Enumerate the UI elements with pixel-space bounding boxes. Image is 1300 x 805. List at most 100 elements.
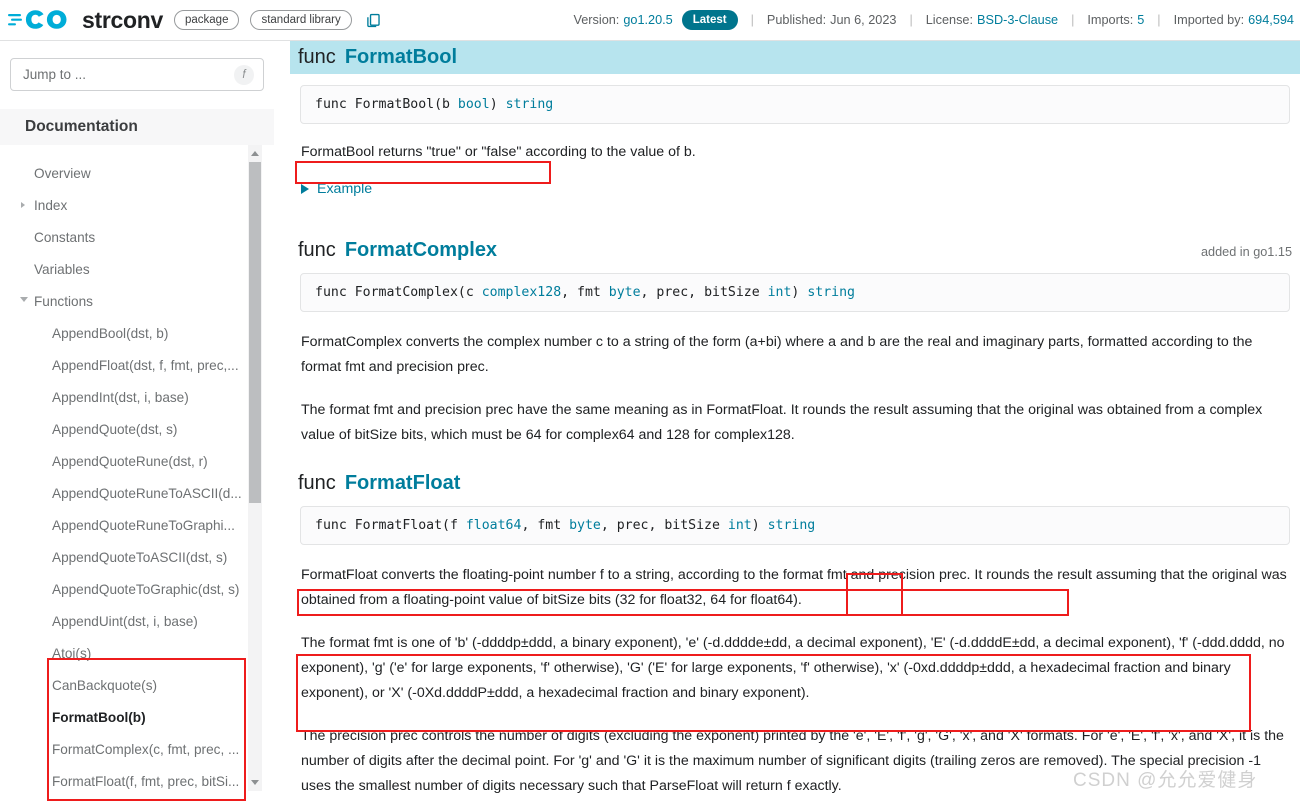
added-in-version: added in go1.15 bbox=[1200, 245, 1292, 259]
sidebar-section-label: Documentation bbox=[25, 118, 138, 135]
version-label: Version: bbox=[573, 13, 620, 27]
copy-path-icon[interactable] bbox=[365, 12, 382, 29]
meta-imports: Imports: 5 bbox=[1087, 13, 1144, 27]
sidebar-item-appendquoterunetographi[interactable]: AppendQuoteRuneToGraphi... bbox=[0, 509, 274, 541]
triangle-right-icon bbox=[301, 184, 309, 194]
shortcut-key-badge: f bbox=[234, 64, 254, 85]
license-value[interactable]: BSD-3-Clause bbox=[977, 13, 1058, 27]
sig-text-4: ) bbox=[751, 518, 768, 533]
example-label: Example bbox=[317, 181, 373, 197]
sidebar-item-label: CanBackquote(s) bbox=[52, 677, 158, 693]
sidebar-item-formatbool-b[interactable]: FormatBool(b) bbox=[0, 701, 274, 733]
jump-to-input[interactable]: Jump to ... f bbox=[10, 58, 264, 91]
sidebar-item-appendquotetographic-dst-s[interactable]: AppendQuoteToGraphic(dst, s) bbox=[0, 573, 274, 605]
sidebar-item-label: FormatComplex(c, fmt, prec, ... bbox=[52, 741, 240, 757]
license-label: License: bbox=[925, 13, 974, 27]
signature-formatcomplex: func FormatComplex(c complex128, fmt byt… bbox=[300, 273, 1290, 312]
sidebar-item-canbackquote-s[interactable]: CanBackquote(s) bbox=[0, 669, 274, 701]
sig-text: func FormatFloat(f bbox=[315, 518, 466, 533]
sidebar-item-appendquoterunetoascii-d[interactable]: AppendQuoteRuneToASCII(d... bbox=[0, 477, 274, 509]
func-keyword: func bbox=[298, 239, 336, 261]
sidebar: Jump to ... f Documentation Overview Inde… bbox=[0, 41, 274, 805]
go-logo-icon[interactable] bbox=[8, 7, 70, 33]
sidebar-item-label: AppendQuoteToGraphic(dst, s) bbox=[52, 581, 240, 597]
sig-text: func FormatComplex(c bbox=[315, 285, 482, 300]
signature-formatfloat: func FormatFloat(f float64, fmt byte, pr… bbox=[300, 506, 1290, 545]
func-name-link[interactable]: FormatBool bbox=[345, 46, 457, 69]
sidebar-item-label: AppendBool(dst, b) bbox=[52, 325, 169, 341]
sidebar-item-formatfloat-f-fmt-prec-bitsi[interactable]: FormatFloat(f, fmt, prec, bitSi... bbox=[0, 765, 274, 791]
imported-by-label: Imported by: bbox=[1173, 13, 1245, 27]
sig-type-int[interactable]: int bbox=[728, 518, 752, 533]
sidebar-item-appendquotetoascii-dst-s[interactable]: AppendQuoteToASCII(dst, s) bbox=[0, 541, 274, 573]
meta-separator-2: | bbox=[909, 13, 913, 27]
badge-package[interactable]: package bbox=[173, 10, 240, 30]
sig-type-byte[interactable]: byte bbox=[609, 285, 641, 300]
chevron-down-icon[interactable] bbox=[20, 297, 28, 305]
sig-type-int[interactable]: int bbox=[768, 285, 792, 300]
chevron-right-icon[interactable] bbox=[21, 202, 25, 208]
sig-type-string[interactable]: string bbox=[807, 285, 855, 300]
sidebar-item-index[interactable]: Index bbox=[0, 189, 274, 221]
sig-type-byte[interactable]: byte bbox=[569, 518, 601, 533]
sidebar-section-documentation[interactable]: Documentation bbox=[0, 109, 274, 145]
sidebar-item-appendquote-dst-s[interactable]: AppendQuote(dst, s) bbox=[0, 413, 274, 445]
para-formatfloat-2: The format fmt is one of 'b' (-ddddp±ddd… bbox=[301, 635, 1285, 701]
sidebar-item-label: AppendUint(dst, i, base) bbox=[52, 613, 198, 629]
sidebar-nav-scroll[interactable]: Overview Index Constants Variables Functions… bbox=[0, 145, 274, 791]
version-value[interactable]: go1.20.5 bbox=[623, 13, 672, 27]
sidebar-item-appendfloat-dst-f-fmt-prec[interactable]: AppendFloat(dst, f, fmt, prec,... bbox=[0, 349, 274, 381]
published-value: Jun 6, 2023 bbox=[830, 13, 897, 27]
sidebar-item-overview[interactable]: Overview bbox=[0, 157, 274, 189]
meta-separator-4: | bbox=[1157, 13, 1161, 27]
sidebar-item-appendquoterune-dst-r[interactable]: AppendQuoteRune(dst, r) bbox=[0, 445, 274, 477]
page-title: strconv bbox=[82, 6, 163, 33]
func-heading-formatbool: func FormatBool bbox=[290, 41, 1300, 74]
sidebar-item-label: AppendFloat(dst, f, fmt, prec,... bbox=[52, 357, 239, 373]
sidebar-item-label: AppendQuoteRuneToASCII(d... bbox=[52, 485, 242, 501]
scroll-up-arrow-icon[interactable] bbox=[251, 151, 259, 156]
sidebar-item-label: AppendQuoteRuneToGraphi... bbox=[52, 517, 235, 533]
sidebar-item-label: AppendInt(dst, i, base) bbox=[52, 389, 189, 405]
imports-value[interactable]: 5 bbox=[1137, 13, 1144, 27]
sig-text-2: , fmt bbox=[561, 285, 609, 300]
sidebar-item-appenduint-dst-i-base[interactable]: AppendUint(dst, i, base) bbox=[0, 605, 274, 637]
badge-standard-library[interactable]: standard library bbox=[250, 10, 352, 30]
sidebar-item-atoi-s[interactable]: Atoi(s) bbox=[0, 637, 274, 669]
example-toggle[interactable]: Example bbox=[301, 181, 1289, 197]
sidebar-item-formatcomplex-c-fmt-prec[interactable]: FormatComplex(c, fmt, prec, ... bbox=[0, 733, 274, 765]
func-heading-formatfloat: func FormatFloat bbox=[290, 472, 1300, 495]
sig-type-bool[interactable]: bool bbox=[458, 97, 490, 112]
sig-paren: ) bbox=[489, 97, 506, 112]
func-name-link[interactable]: FormatFloat bbox=[345, 472, 461, 495]
scrollbar-thumb[interactable] bbox=[249, 162, 261, 503]
sig-type-complex128[interactable]: complex128 bbox=[482, 285, 561, 300]
sidebar-item-appendbool-dst-b[interactable]: AppendBool(dst, b) bbox=[0, 317, 274, 349]
para-formatcomplex-2: The format fmt and precision prec have t… bbox=[301, 402, 1263, 443]
sidebar-item-constants[interactable]: Constants bbox=[0, 221, 274, 253]
sidebar-item-label: FormatBool(b) bbox=[52, 709, 146, 725]
sidebar-item-label: Functions bbox=[34, 293, 93, 309]
sidebar-item-label: AppendQuoteToASCII(dst, s) bbox=[52, 549, 228, 565]
latest-badge: Latest bbox=[681, 10, 738, 30]
sig-text-4: ) bbox=[791, 285, 808, 300]
sig-type-string[interactable]: string bbox=[506, 97, 554, 112]
para-formatcomplex-1: FormatComplex converts the complex numbe… bbox=[301, 334, 1253, 375]
sidebar-scrollbar[interactable] bbox=[248, 145, 262, 791]
scroll-down-arrow-icon[interactable] bbox=[251, 780, 259, 785]
sidebar-item-label: Variables bbox=[34, 261, 90, 277]
sidebar-item-variables[interactable]: Variables bbox=[0, 253, 274, 285]
func-keyword: func bbox=[298, 46, 336, 68]
sidebar-item-label: Constants bbox=[34, 229, 96, 245]
sidebar-item-label: Overview bbox=[34, 165, 91, 181]
sidebar-item-functions[interactable]: Functions bbox=[0, 285, 274, 317]
sidebar-item-appendint-dst-i-base[interactable]: AppendInt(dst, i, base) bbox=[0, 381, 274, 413]
func-name-link[interactable]: FormatComplex bbox=[345, 239, 497, 262]
meta-separator: | bbox=[750, 13, 754, 27]
para-formatfloat-1: FormatFloat converts the floating-point … bbox=[301, 567, 1287, 608]
imports-label: Imports: bbox=[1087, 13, 1134, 27]
sig-type-string[interactable]: string bbox=[768, 518, 816, 533]
meta-separator-3: | bbox=[1071, 13, 1075, 27]
imported-by-value[interactable]: 694,594 bbox=[1248, 13, 1294, 27]
sig-type-float64[interactable]: float64 bbox=[466, 518, 522, 533]
